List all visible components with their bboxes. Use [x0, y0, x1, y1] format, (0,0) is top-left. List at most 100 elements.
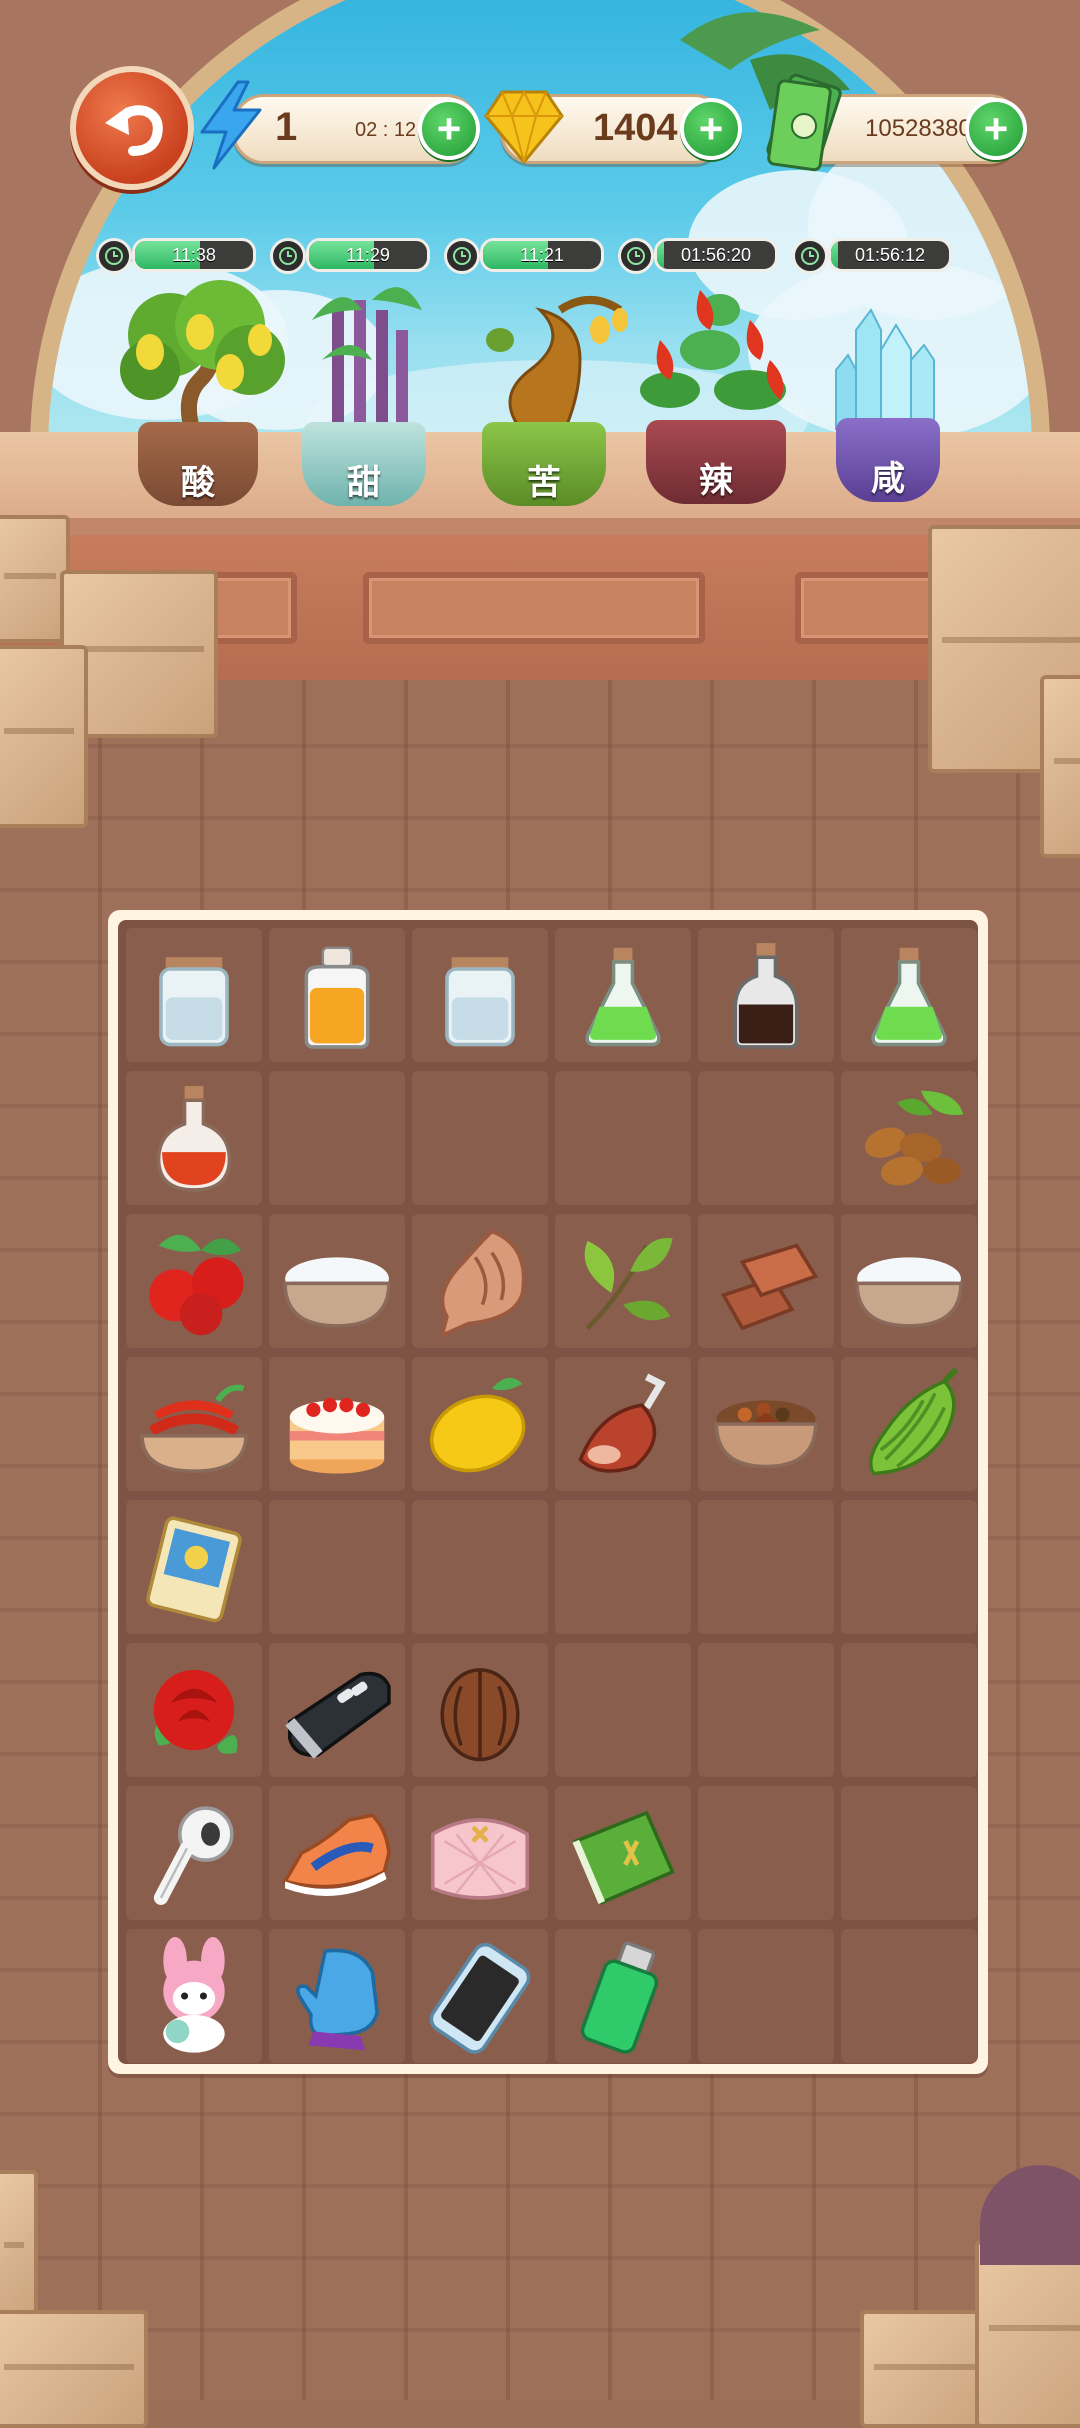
board-cell[interactable]	[698, 1357, 834, 1491]
walnut-icon	[440, 1668, 520, 1762]
pink-purse-icon	[431, 1818, 529, 1900]
brown-sugar-icon	[720, 1243, 819, 1331]
timer-text: 11:38	[172, 245, 216, 265]
board-cell[interactable]	[698, 1786, 834, 1920]
clock-icon	[444, 238, 480, 274]
board-cell[interactable]	[126, 1643, 262, 1777]
crate	[0, 2170, 38, 2328]
board-cell[interactable]	[841, 1500, 977, 1634]
board-cell[interactable]	[555, 1929, 691, 2063]
board-cell[interactable]	[126, 1357, 262, 1491]
board-cell[interactable]	[841, 1214, 977, 1348]
board-cell[interactable]	[412, 1214, 548, 1348]
board-cell[interactable]	[412, 928, 548, 1062]
ham-leg-icon	[578, 1373, 666, 1473]
clock-icon	[96, 238, 132, 274]
board-cell[interactable]	[555, 1214, 691, 1348]
board-cell[interactable]	[126, 1929, 262, 2063]
board-cell[interactable]	[698, 1643, 834, 1777]
tea-leaves-icon	[584, 1237, 673, 1330]
board-cell[interactable]	[698, 1071, 834, 1205]
board-cell[interactable]	[555, 928, 691, 1062]
car-key-icon	[285, 1671, 391, 1759]
board-cell[interactable]	[412, 1357, 548, 1491]
bitter-plant[interactable]: 苦	[470, 280, 630, 510]
board-cell[interactable]	[698, 928, 834, 1062]
cash-value: 10528380	[865, 115, 972, 142]
mitten-icon	[296, 1948, 379, 2051]
salt-bowl-icon	[855, 1257, 963, 1328]
board-cell[interactable]	[269, 1786, 405, 1920]
sweet-plant[interactable]: 甜	[292, 280, 442, 510]
undo-arrow-icon	[105, 105, 163, 156]
board-cell[interactable]	[555, 1500, 691, 1634]
green-potion-icon	[871, 947, 947, 1047]
board-cell[interactable]	[269, 1929, 405, 2063]
board-cell[interactable]	[269, 1071, 405, 1205]
chili-plant-icon	[640, 290, 786, 410]
plant-label: 甜	[347, 464, 381, 502]
board-cell[interactable]	[698, 1214, 834, 1348]
salt-bowl-icon	[283, 1257, 391, 1328]
clock-icon	[618, 238, 654, 274]
board-cell[interactable]	[841, 1357, 977, 1491]
spice-bowl-icon	[714, 1400, 818, 1469]
salt-jar-icon	[159, 957, 229, 1047]
board-cell[interactable]	[269, 1643, 405, 1777]
energy-timer: 02 : 12	[355, 119, 417, 141]
board-cell[interactable]	[126, 1071, 262, 1205]
lightning-icon	[200, 80, 262, 170]
sour-plant[interactable]: 酸	[110, 280, 290, 510]
board-cell[interactable]	[126, 1214, 262, 1348]
timer-text: 11:29	[346, 245, 390, 265]
bunny-doll-icon	[163, 1937, 225, 2053]
board-cell[interactable]	[412, 1929, 548, 2063]
salty-plant[interactable]: 咸	[826, 300, 946, 510]
add-cash-button[interactable]: +	[965, 98, 1027, 160]
board-cell[interactable]	[555, 1643, 691, 1777]
board-cell[interactable]	[841, 1929, 977, 2063]
board-cell[interactable]	[698, 1929, 834, 2063]
board-cell[interactable]	[269, 928, 405, 1062]
board-cell[interactable]	[412, 1071, 548, 1205]
board-cell[interactable]	[269, 1357, 405, 1491]
plant-label: 咸	[871, 460, 905, 498]
board-cell[interactable]	[126, 1786, 262, 1920]
spicy-plant[interactable]: 辣	[630, 270, 800, 510]
add-gems-button[interactable]: +	[680, 98, 742, 160]
chili-peppers-icon	[140, 1384, 248, 1473]
plant-label: 苦	[527, 464, 561, 502]
board-cell[interactable]	[841, 1786, 977, 1920]
pot: 咸	[836, 418, 940, 502]
add-energy-button[interactable]: +	[418, 98, 480, 160]
red-berries-icon	[149, 1234, 244, 1336]
strawberry-cake-icon	[289, 1398, 385, 1474]
clock-icon	[792, 238, 828, 274]
board-cell[interactable]	[555, 1786, 691, 1920]
board-cell[interactable]	[126, 928, 262, 1062]
lemon-icon	[429, 1377, 526, 1473]
board-cell[interactable]	[555, 1071, 691, 1205]
green-notebook-icon	[572, 1810, 675, 1905]
board-cell[interactable]	[698, 1500, 834, 1634]
board-cell[interactable]	[126, 1500, 262, 1634]
earbud-icon	[153, 1806, 234, 1905]
board-cell[interactable]	[412, 1643, 548, 1777]
salt-crystal-icon	[835, 308, 935, 430]
board-cell[interactable]	[555, 1357, 691, 1491]
timer-text: 11:21	[520, 245, 564, 265]
bitter-melon-icon	[869, 1367, 959, 1476]
board-cell[interactable]	[841, 928, 977, 1062]
sugarcane-icon	[312, 287, 422, 440]
board-cell[interactable]	[412, 1786, 548, 1920]
plant-label: 辣	[699, 462, 733, 500]
lemon-tree-icon	[120, 280, 285, 440]
board-cell[interactable]	[269, 1500, 405, 1634]
board-cell[interactable]	[841, 1643, 977, 1777]
pot: 辣	[646, 420, 786, 504]
board-cell[interactable]	[841, 1071, 977, 1205]
crate	[1040, 675, 1080, 858]
board-cell[interactable]	[269, 1214, 405, 1348]
board-cell[interactable]	[412, 1500, 548, 1634]
back-button[interactable]	[70, 66, 194, 190]
